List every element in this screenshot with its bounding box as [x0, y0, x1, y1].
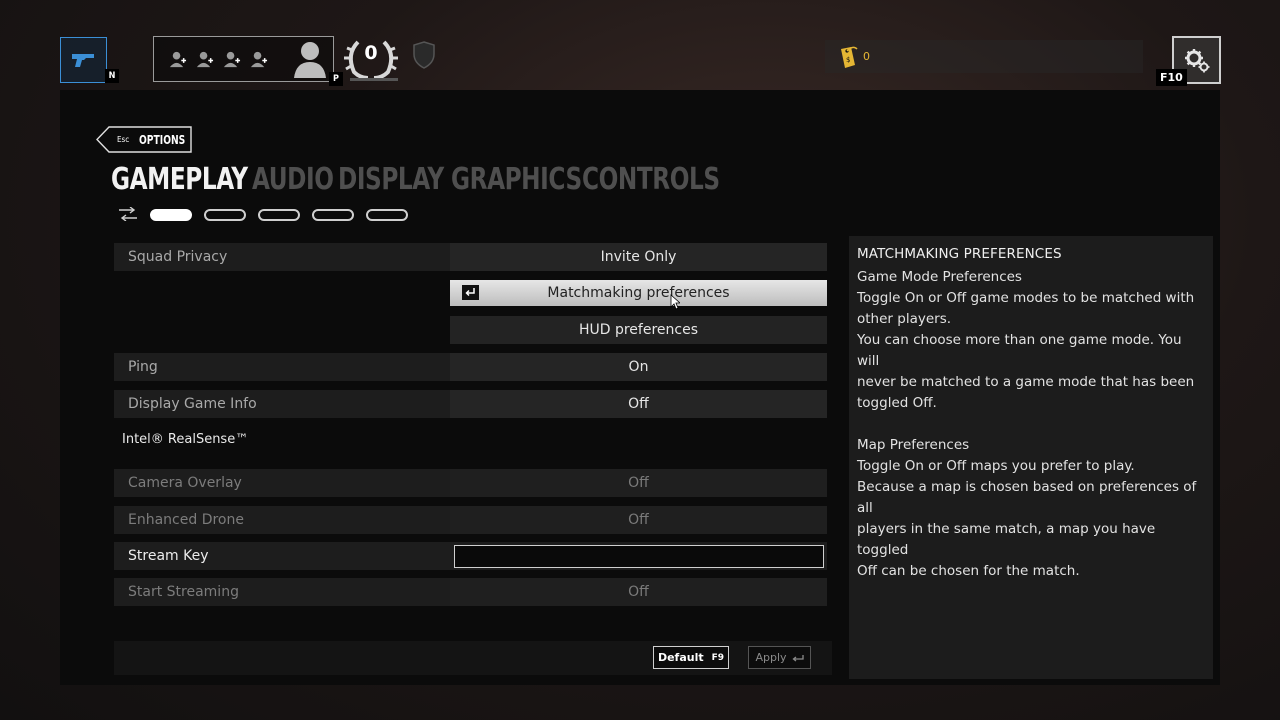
info-line: Toggle On or Off maps you prefer to play… — [857, 458, 1135, 474]
setting-label: Squad Privacy — [128, 249, 228, 265]
page-pill-4[interactable] — [312, 209, 354, 221]
setting-row-stream-key[interactable]: Stream Key — [114, 542, 827, 570]
matchmaking-preferences-button[interactable]: Matchmaking preferences — [450, 280, 827, 306]
squad-privacy-value[interactable]: Invite Only — [450, 243, 827, 271]
renown-display: $ 0 — [825, 40, 1143, 73]
tab-controls[interactable]: CONTROLS — [582, 162, 720, 197]
add-player-icon[interactable] — [195, 50, 214, 69]
setting-label: Enhanced Drone — [128, 512, 244, 528]
apply-button[interactable]: Apply — [748, 646, 811, 669]
setting-row-ping[interactable]: Ping On — [114, 353, 827, 381]
player-avatar-icon[interactable] — [292, 40, 328, 78]
tab-display[interactable]: DISPLAY — [338, 162, 444, 197]
info-title: MATCHMAKING PREFERENCES — [857, 246, 1062, 262]
info-line: toggled Off. — [857, 395, 937, 411]
page-pill-2[interactable] — [204, 209, 246, 221]
renown-tag-icon: $ — [841, 46, 858, 68]
setting-label: Start Streaming — [128, 584, 239, 600]
back-button[interactable]: Esc OPTIONS — [96, 126, 192, 153]
add-player-icon[interactable] — [249, 50, 268, 69]
mouse-cursor-icon — [670, 294, 680, 310]
info-line: Because a map is chosen based on prefere… — [857, 479, 1197, 516]
setting-row-squad-privacy[interactable]: Squad Privacy Invite Only — [114, 243, 827, 271]
start-streaming-value: Off — [450, 578, 827, 606]
hud-preferences-label: HUD preferences — [578, 322, 699, 338]
page-indicator — [150, 209, 408, 221]
default-label: Default — [657, 651, 704, 664]
setting-row-enhanced-drone: Enhanced Drone Off — [114, 506, 827, 534]
default-key-label: F9 — [711, 652, 725, 663]
setting-label: Ping — [128, 359, 158, 375]
enhanced-drone-value: Off — [450, 506, 827, 534]
setting-label: Camera Overlay — [128, 475, 242, 491]
tab-graphics[interactable]: GRAPHICS — [451, 162, 582, 197]
weapon-key-tag: N — [105, 69, 119, 83]
ping-value[interactable]: On — [450, 353, 827, 381]
options-tabs: GAMEPLAY AUDIO DISPLAY GRAPHICS CONTROLS — [111, 162, 759, 197]
info-section-title: Game Mode Preferences — [857, 269, 1022, 285]
shield-icon — [413, 41, 435, 69]
info-panel: MATCHMAKING PREFERENCES Game Mode Prefer… — [849, 236, 1213, 679]
stream-key-input[interactable] — [454, 545, 824, 568]
info-line: Toggle On or Off game modes to be matche… — [857, 290, 1195, 306]
setting-row-display-game-info[interactable]: Display Game Info Off — [114, 390, 827, 418]
enter-key-icon — [462, 285, 479, 300]
page-switch-icon — [119, 207, 137, 221]
back-key-label: Esc — [117, 135, 130, 144]
apply-label: Apply — [755, 651, 787, 664]
realsense-section-header: Intel® RealSense™ — [122, 432, 249, 447]
settings-key-tag: F10 — [1156, 69, 1187, 86]
info-line: players in the same match, a map you hav… — [857, 521, 1156, 558]
display-game-info-value[interactable]: Off — [450, 390, 827, 418]
setting-row-camera-overlay: Camera Overlay Off — [114, 469, 827, 497]
hud-preferences-button[interactable]: HUD preferences — [450, 316, 827, 344]
info-line: other players. — [857, 311, 952, 327]
setting-row-start-streaming: Start Streaming Off — [114, 578, 827, 606]
camera-overlay-value: Off — [450, 469, 827, 497]
weapon-loadout-button[interactable] — [60, 37, 107, 83]
info-line: Off can be chosen for the match. — [857, 563, 1080, 579]
info-line: You can choose more than one game mode. … — [857, 332, 1182, 369]
info-section-title: Map Preferences — [857, 437, 970, 453]
svg-text:$: $ — [846, 56, 850, 64]
page-pill-5[interactable] — [366, 209, 408, 221]
matchmaking-preferences-label: Matchmaking preferences — [547, 285, 730, 301]
renown-value: 0 — [863, 50, 870, 63]
default-button[interactable]: Default F9 — [653, 646, 729, 669]
setting-label: Display Game Info — [128, 396, 257, 412]
pistol-icon — [71, 54, 94, 67]
enter-key-icon — [791, 654, 804, 662]
back-label: OPTIONS — [139, 132, 186, 147]
setting-label: Stream Key — [128, 548, 209, 564]
info-line: never be matched to a game mode that has… — [857, 374, 1195, 390]
rank-value: 0 — [364, 42, 378, 64]
rank-progress-bar — [350, 78, 398, 81]
add-player-icon[interactable] — [168, 50, 187, 69]
profile-key-tag: P — [329, 72, 343, 86]
tab-gameplay[interactable]: GAMEPLAY — [111, 162, 248, 197]
page-pill-3[interactable] — [258, 209, 300, 221]
add-player-icon[interactable] — [222, 50, 241, 69]
tab-audio[interactable]: AUDIO — [252, 162, 334, 197]
page-pill-1[interactable] — [150, 209, 192, 221]
